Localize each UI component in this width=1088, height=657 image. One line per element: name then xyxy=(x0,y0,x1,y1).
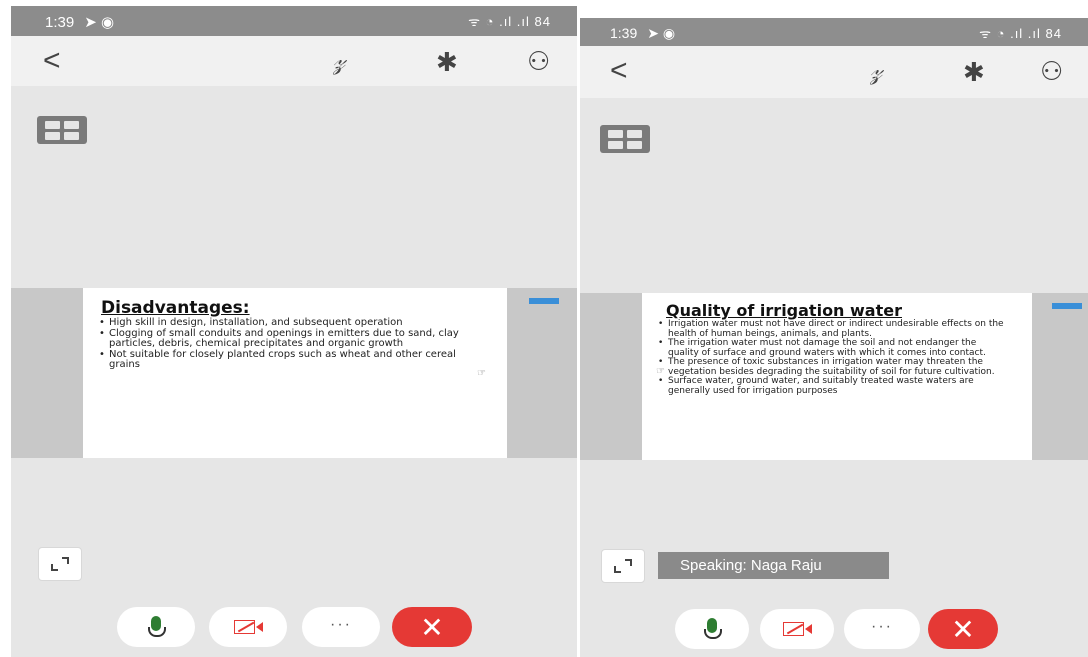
status-bar: 1:39 ➤ ◉ ᯤ ◔ .ıl .ıl 84 xyxy=(580,18,1088,46)
fullscreen-button[interactable] xyxy=(38,547,82,581)
slide-bullet: The presence of toxic substances in irri… xyxy=(656,357,1008,377)
more-options-button[interactable]: ··· xyxy=(844,609,920,649)
slide-bullets: Irrigation water must not have direct or… xyxy=(656,319,1008,396)
pointer-icon: ☞ xyxy=(656,366,665,377)
status-icons: ᯤ ◔ .ıl .ıl 84 xyxy=(979,26,1062,41)
microphone-icon xyxy=(148,616,166,637)
slide-bullet: Clogging of small conduits and openings … xyxy=(97,328,467,350)
status-time: 1:39 ➤ ◉ xyxy=(610,25,676,41)
slide-bullet: Not suitable for closely planted crops s… xyxy=(97,349,467,371)
grid-cell xyxy=(627,141,642,149)
meeting-toolbar: < 𝓏 ✱ ⚇ xyxy=(11,36,577,86)
microphone-icon xyxy=(704,618,722,639)
close-icon: ✕ xyxy=(951,614,975,645)
navigation-icon: ➤ ◉ xyxy=(647,25,676,41)
grid-cell xyxy=(45,132,60,140)
phone-screen-right: 1:39 ➤ ◉ ᯤ ◔ .ıl .ıl 84 < 𝓏 ✱ ⚇ Quality o… xyxy=(580,18,1088,657)
presentation-slide: Quality of irrigation water Irrigation w… xyxy=(642,293,1032,460)
back-icon[interactable]: < xyxy=(610,56,628,86)
fullscreen-button[interactable] xyxy=(601,549,645,583)
pointer-icon: ☞ xyxy=(477,368,486,379)
more-options-button[interactable]: ··· xyxy=(302,607,380,647)
grid-cell xyxy=(608,130,623,138)
status-bar: 1:39 ➤ ◉ ᯤ ◔ .ıl .ıl 84 xyxy=(11,6,577,36)
phone-screen-left: 1:39 ➤ ◉ ᯤ ◔ .ıl .ıl 84 < 𝓏 ✱ ⚇ Disadvant… xyxy=(11,6,577,657)
grid-cell xyxy=(627,130,642,138)
slide-title: Quality of irrigation water xyxy=(666,301,902,320)
expand-corner-icon xyxy=(62,557,69,564)
video-off-icon xyxy=(783,622,812,636)
annotate-icon[interactable]: 𝓏 xyxy=(333,48,345,74)
video-button[interactable] xyxy=(760,609,834,649)
expand-corner-icon xyxy=(625,559,632,566)
layout-grid-button[interactable] xyxy=(37,116,87,144)
participants-icon[interactable]: ⚇ xyxy=(527,48,550,74)
expand-corner-icon xyxy=(51,564,58,571)
presentation-slide: Disadvantages: High skill in design, ins… xyxy=(83,288,507,458)
close-icon: ✕ xyxy=(420,612,444,643)
annotate-icon[interactable]: 𝓏 xyxy=(870,58,882,84)
end-call-button[interactable]: ✕ xyxy=(928,609,998,649)
video-off-icon xyxy=(234,620,263,634)
bluetooth-icon[interactable]: ✱ xyxy=(963,59,985,85)
status-time: 1:39 ➤ ◉ xyxy=(45,14,115,31)
mute-button[interactable] xyxy=(117,607,195,647)
status-icons: ᯤ ◔ .ıl .ıl 84 xyxy=(468,14,551,29)
slide-bullet: High skill in design, installation, and … xyxy=(97,317,467,329)
grid-cell xyxy=(608,141,623,149)
slide-bullet: The irrigation water must not damage the… xyxy=(656,338,1008,358)
layout-grid-button[interactable] xyxy=(600,125,650,153)
bluetooth-icon[interactable]: ✱ xyxy=(436,49,458,75)
participants-icon[interactable]: ⚇ xyxy=(1040,58,1063,84)
slide-badge xyxy=(1052,303,1082,309)
speaking-indicator: Speaking: Naga Raju xyxy=(658,552,889,579)
video-button[interactable] xyxy=(209,607,287,647)
back-icon[interactable]: < xyxy=(43,46,61,76)
more-icon: ··· xyxy=(330,616,352,633)
grid-cell xyxy=(64,121,79,129)
meeting-toolbar: < 𝓏 ✱ ⚇ xyxy=(580,46,1088,98)
slide-title: Disadvantages: xyxy=(101,298,250,318)
slide-bullet: Surface water, ground water, and suitabl… xyxy=(656,376,1008,396)
more-icon: ··· xyxy=(871,618,893,635)
slide-bullet: Irrigation water must not have direct or… xyxy=(656,319,1008,339)
grid-cell xyxy=(64,132,79,140)
expand-corner-icon xyxy=(614,566,621,573)
slide-bullets: High skill in design, installation, and … xyxy=(97,317,467,371)
grid-cell xyxy=(45,121,60,129)
navigation-icon: ➤ ◉ xyxy=(84,14,115,31)
end-call-button[interactable]: ✕ xyxy=(392,607,472,647)
slide-badge xyxy=(529,298,559,304)
mute-button[interactable] xyxy=(675,609,749,649)
